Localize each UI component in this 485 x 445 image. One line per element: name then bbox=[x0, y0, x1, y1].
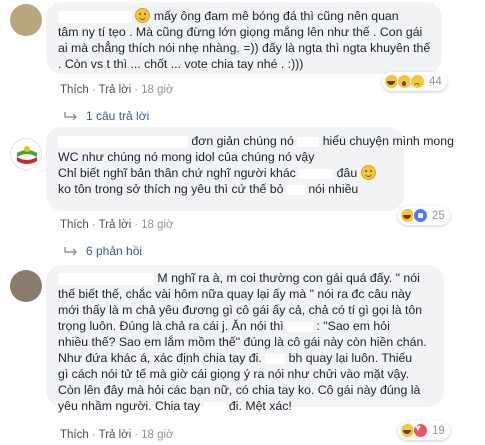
comment-bubble: M nghĩ ra à, m coi thường con gái quá đấ… bbox=[46, 265, 444, 413]
redacted-text bbox=[286, 184, 305, 195]
view-replies-link[interactable]: 6 phản hồi bbox=[64, 244, 142, 258]
reaction-summary[interactable]: 44 bbox=[382, 72, 447, 91]
comment-line: Còn lên đây mà hỏi các bạn nữ, có chia t… bbox=[58, 383, 421, 397]
reaction-summary[interactable]: 19 bbox=[398, 421, 450, 440]
redacted-text bbox=[203, 401, 226, 412]
comment-line: Như đứa khác á, xác định chia tay đi. bh… bbox=[58, 350, 434, 366]
reaction-summary[interactable]: 25 bbox=[398, 206, 450, 225]
comment-line: Chỉ biết nghĩ bản thân chứ nghĩ người kh… bbox=[58, 165, 394, 181]
comment-line: yêu nhầm người. Chia tay đi. Mệt xác! bbox=[58, 398, 434, 414]
comment-line: ko tôn trong sở thích ng yêu thì cứ thế … bbox=[58, 181, 394, 197]
smile-emoji-icon bbox=[360, 165, 376, 180]
comment-line: . Còn vs t thì ... chốt ... vote chia ta… bbox=[58, 57, 304, 71]
avatar[interactable] bbox=[10, 138, 42, 170]
comment-text: mấy ông đam mê bóng đá thì cũng nên quan bbox=[153, 9, 399, 23]
comment-line: mấy ông đam mê bóng đá thì cũng nên quan bbox=[58, 8, 432, 24]
redacted-text bbox=[299, 168, 334, 179]
timestamp[interactable]: 18 giờ bbox=[141, 84, 173, 96]
love-reaction-icon bbox=[413, 423, 428, 438]
replies-count-label[interactable]: 1 câu trả lời bbox=[86, 109, 149, 123]
comment-text: nói nhiều bbox=[308, 182, 359, 196]
reply-arrow-icon bbox=[64, 247, 77, 256]
like-link[interactable]: Thích bbox=[60, 84, 89, 96]
reply-arrow-icon bbox=[64, 112, 77, 121]
comment-line: đơn giản chúng nó hiểu chuyện mình mong bbox=[58, 133, 454, 149]
comment-text: đi. Mệt xác! bbox=[228, 399, 292, 413]
comment-line: M nghĩ ra à, m coi thường con gái quá đấ… bbox=[58, 270, 434, 286]
comment-line: thế biết thế, chắc vài hôm nữa quay lại … bbox=[58, 287, 412, 301]
smile-emoji-icon bbox=[135, 8, 151, 23]
comment-text: bh quay lại luôn. Thiếu bbox=[288, 351, 413, 365]
comment-bubble: đơn giản chúng nó hiểu chuyện mình mong … bbox=[46, 127, 454, 211]
view-replies-link[interactable]: 1 câu trả lời bbox=[64, 109, 149, 123]
flag-avatar-icon bbox=[12, 140, 41, 169]
reply-link[interactable]: Trả lời bbox=[99, 84, 132, 96]
comment-text: ko tôn trong sở thích ng yêu thì cứ thế … bbox=[58, 182, 284, 196]
comment-line: trọng luôn. Đúng là chả ra cái j. Ăn nói… bbox=[58, 318, 434, 334]
comment-text: M nghĩ ra à, m coi thường con gái quá đấ… bbox=[157, 271, 420, 285]
like-link[interactable]: Thích bbox=[60, 429, 89, 441]
avatar[interactable] bbox=[10, 270, 42, 302]
like-reaction-icon bbox=[413, 208, 428, 223]
timestamp[interactable]: 18 giờ bbox=[141, 429, 173, 441]
comment-line: mới thấy là m chả yêu đương gì cô gái ấy… bbox=[58, 303, 423, 317]
comment-line: ai mà chẳng thích nói nhẹ nhàng. =)) đấy… bbox=[58, 41, 431, 55]
comment-actions: Thích · Trả lời · 18 giờ bbox=[60, 219, 174, 231]
comment-text: Chỉ biết nghĩ bản thân chứ nghĩ người kh… bbox=[58, 166, 296, 180]
comment-bubble: mấy ông đam mê bóng đá thì cũng nên quan… bbox=[46, 2, 442, 74]
comment-text: đơn giản chúng nó bbox=[191, 134, 294, 148]
reply-link[interactable]: Trả lời bbox=[99, 219, 132, 231]
comment-line: nhiều thế? Sao em lắm mồm thế" đúng là c… bbox=[58, 335, 427, 349]
comment-text: yêu nhầm người. Chia tay bbox=[58, 399, 201, 413]
comment-actions: Thích · Trả lời · 18 giờ bbox=[60, 84, 174, 96]
redacted-text bbox=[287, 321, 313, 332]
redacted-text bbox=[297, 136, 320, 147]
sad-reaction-icon bbox=[410, 74, 425, 89]
avatar[interactable] bbox=[10, 4, 42, 36]
comment-line: tâm ny tí tẹo . Mà cũng đừng lớn giọng m… bbox=[58, 25, 423, 39]
author-name-redacted[interactable] bbox=[58, 10, 132, 23]
comment-text: hiểu chuyện mình mong bbox=[322, 134, 454, 148]
comment-line: gì cách nói tử tế mà giờ cái giọng ý ra … bbox=[58, 367, 410, 381]
comment-line: WC như chúng nó mong idol của chúng nó v… bbox=[58, 150, 315, 164]
comment-text: Như đứa khác á, xác định chia tay đi. bbox=[58, 351, 262, 365]
author-name-redacted[interactable] bbox=[58, 272, 154, 285]
reply-link[interactable]: Trả lời bbox=[99, 429, 132, 441]
comment-text: đâu bbox=[336, 166, 358, 180]
comment-text: trọng luôn. Đúng là chả ra cái j. Ăn nói… bbox=[58, 319, 284, 333]
reaction-count: 25 bbox=[432, 209, 445, 222]
reaction-count: 19 bbox=[432, 424, 445, 437]
timestamp[interactable]: 18 giờ bbox=[141, 219, 173, 231]
replies-count-label[interactable]: 6 phản hồi bbox=[86, 244, 142, 258]
reaction-count: 44 bbox=[429, 75, 442, 88]
redacted-text bbox=[265, 353, 286, 364]
author-name-redacted[interactable] bbox=[58, 135, 188, 148]
comment-actions: Thích · Trả lời · 18 giờ bbox=[60, 429, 174, 441]
like-link[interactable]: Thích bbox=[60, 219, 89, 231]
comment-text: : "Sao em hỏi bbox=[316, 319, 390, 333]
